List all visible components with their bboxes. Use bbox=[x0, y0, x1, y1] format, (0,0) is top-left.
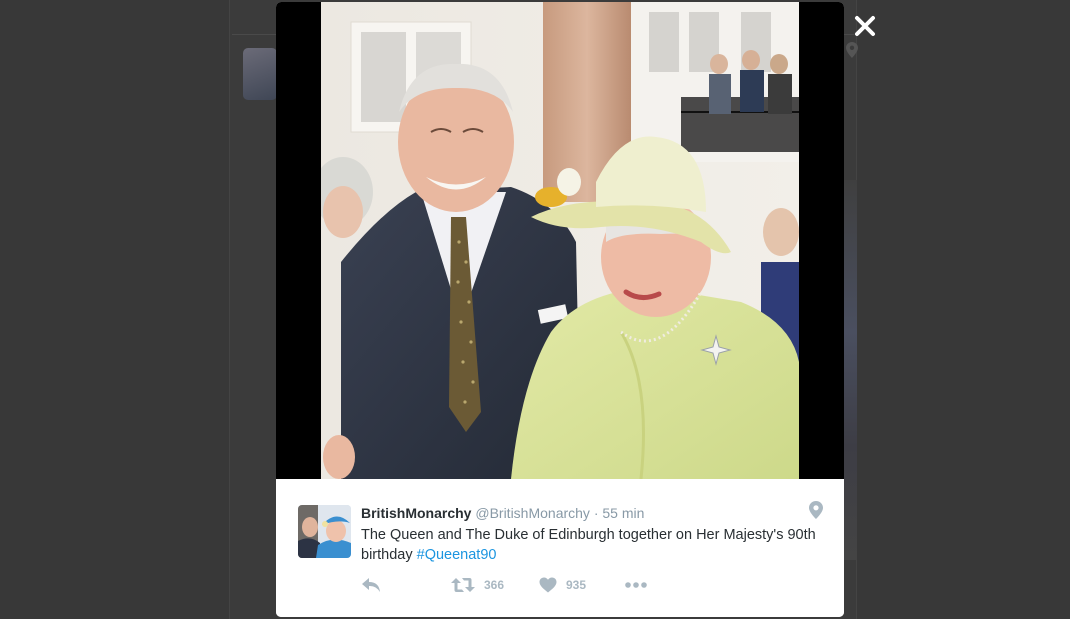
author-avatar[interactable] bbox=[298, 505, 351, 558]
background-tweet-avatar bbox=[243, 48, 277, 100]
tweet-timestamp[interactable]: 55 min bbox=[602, 505, 644, 521]
header-separator: · bbox=[593, 505, 599, 521]
tweet-photo[interactable] bbox=[321, 2, 799, 479]
like-button[interactable]: 935 bbox=[539, 575, 586, 595]
retweet-count: 366 bbox=[484, 578, 505, 592]
location-pin-icon[interactable] bbox=[809, 501, 823, 519]
author-handle[interactable]: @BritishMonarchy bbox=[475, 505, 590, 521]
heart-icon bbox=[539, 577, 557, 593]
tweet-header: BritishMonarchy @BritishMonarchy · 55 mi… bbox=[361, 505, 644, 521]
reply-icon bbox=[362, 578, 380, 592]
author-display-name[interactable]: BritishMonarchy bbox=[361, 505, 471, 521]
tweet-actions: 366 935 bbox=[361, 575, 761, 595]
media-modal: BritishMonarchy @BritishMonarchy · 55 mi… bbox=[276, 2, 844, 617]
retweet-button[interactable]: 366 bbox=[451, 575, 504, 595]
retweet-icon bbox=[451, 578, 475, 592]
reply-button[interactable] bbox=[361, 575, 381, 595]
background-media-strip bbox=[844, 180, 857, 560]
more-icon bbox=[625, 582, 647, 588]
tweet-text: The Queen and The Duke of Edinburgh toge… bbox=[361, 525, 821, 565]
tweet-details: BritishMonarchy @BritishMonarchy · 55 mi… bbox=[276, 479, 844, 617]
close-icon[interactable] bbox=[851, 12, 879, 40]
background-location-icon bbox=[846, 42, 858, 58]
hashtag-link[interactable]: #Queenat90 bbox=[417, 547, 497, 563]
media-viewer bbox=[276, 2, 844, 479]
like-count: 935 bbox=[566, 578, 587, 592]
more-button[interactable] bbox=[625, 575, 647, 595]
